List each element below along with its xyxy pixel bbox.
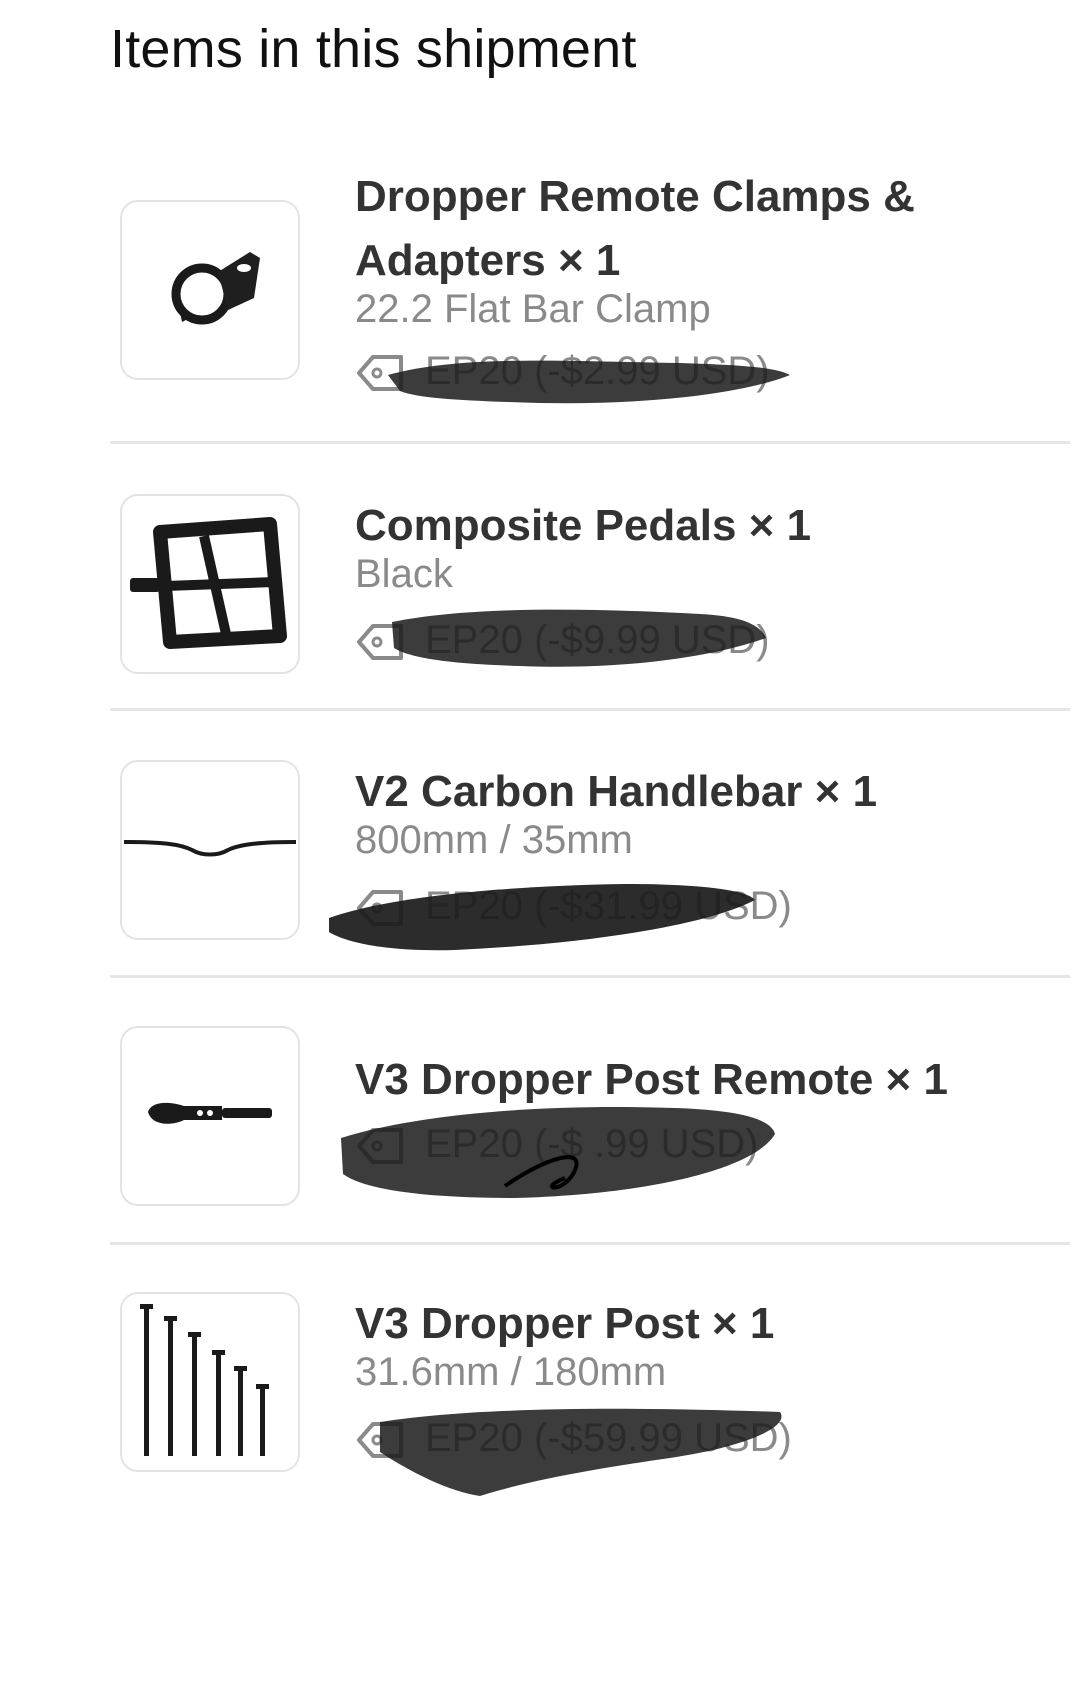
item-variant: Black [355, 552, 453, 596]
item-variant: 31.6mm / 180mm [355, 1350, 667, 1394]
list-item[interactable]: Dropper Remote Clamps & Adapters × 1 22.… [110, 165, 1070, 435]
discount-code: EP20 (-$59.99 USD) [355, 1414, 835, 1464]
list-item[interactable]: V3 Dropper Post × 1 31.6mm / 180mm EP20 … [110, 1292, 1070, 1512]
product-thumbnail[interactable] [120, 200, 300, 380]
handlebar-icon [123, 840, 297, 857]
divider [110, 441, 1070, 444]
product-thumbnail[interactable] [120, 760, 300, 940]
divider [110, 975, 1070, 978]
pedal-icon [130, 517, 287, 649]
product-thumbnail[interactable] [120, 494, 300, 674]
item-name: Dropper Remote Clamps & Adapters × 1 [355, 172, 915, 285]
tag-icon [357, 355, 403, 391]
discount-text: EP20 (-$59.99 USD) [425, 1416, 792, 1460]
page-title: Items in this shipment [110, 19, 637, 79]
discount-text: EP20 (-$31.99 USD) [425, 884, 792, 928]
list-item[interactable]: Composite Pedals × 1 Black EP20 (-$9.99 … [110, 494, 1070, 704]
item-name: V3 Dropper Post Remote × 1 [355, 1055, 948, 1104]
tag-icon [357, 890, 403, 926]
discount-code: EP20 (-$31.99 USD) [355, 882, 835, 932]
discount-code: EP20 (-$ .99 USD) [355, 1120, 835, 1170]
product-thumbnail[interactable] [120, 1292, 300, 1472]
discount-code: EP20 (-$2.99 USD) [355, 347, 835, 397]
discount-code: EP20 (-$9.99 USD) [355, 616, 835, 666]
dropper-post-icon [140, 1304, 269, 1456]
divider [110, 708, 1070, 711]
clamp-icon [171, 252, 260, 325]
tag-icon [357, 1128, 403, 1164]
item-name: V2 Carbon Handlebar × 1 [355, 767, 878, 816]
discount-text: EP20 (-$2.99 USD) [425, 349, 770, 393]
tag-icon [357, 624, 403, 660]
discount-text: EP20 (-$ .99 USD) [425, 1122, 759, 1166]
discount-text: EP20 (-$9.99 USD) [425, 618, 770, 662]
item-variant: 800mm / 35mm [355, 818, 633, 862]
list-item[interactable]: V2 Carbon Handlebar × 1 800mm / 35mm EP2… [110, 760, 1070, 970]
product-thumbnail[interactable] [120, 1026, 300, 1206]
divider [110, 1242, 1070, 1245]
item-variant: 22.2 Flat Bar Clamp [355, 287, 711, 331]
item-name: Composite Pedals × 1 [355, 501, 812, 550]
item-name: V3 Dropper Post × 1 [355, 1299, 775, 1348]
remote-lever-icon [148, 1102, 272, 1124]
list-item[interactable]: V3 Dropper Post Remote × 1 EP20 (-$ .99 … [110, 1026, 1070, 1226]
tag-icon [357, 1422, 403, 1458]
